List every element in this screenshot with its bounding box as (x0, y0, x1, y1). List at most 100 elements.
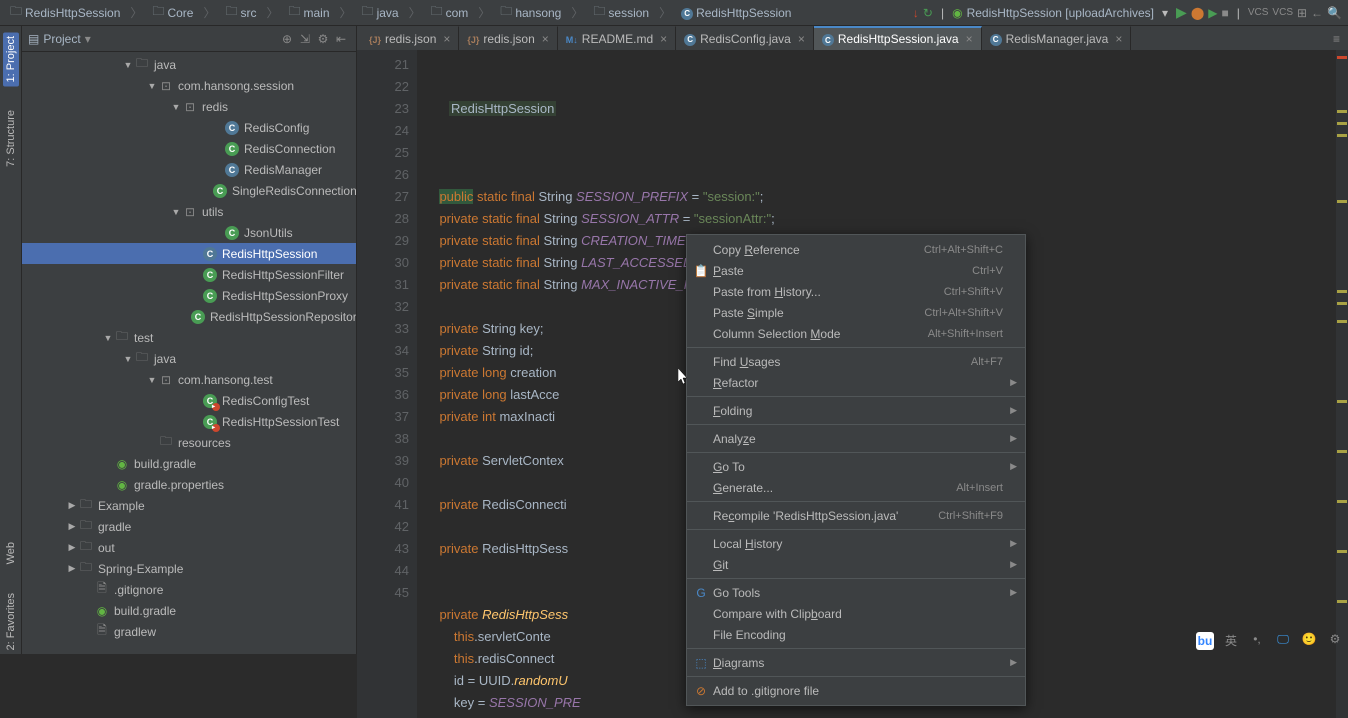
tree-node[interactable]: ◉gradle.properties (22, 474, 356, 495)
tree-node[interactable]: ▼⊡redis (22, 96, 356, 117)
editor-tab[interactable]: M↓README.md× (558, 26, 676, 50)
breadcrumb-item[interactable]: 🗀hansong (496, 0, 565, 25)
editor-tab[interactable]: CRedisConfig.java× (676, 26, 814, 50)
tree-node[interactable]: CRedisConnection (22, 138, 356, 159)
baidu-icon[interactable]: bu (1196, 632, 1214, 650)
editor-tab[interactable]: {J}redis.json× (361, 26, 459, 50)
tree-node[interactable]: ◉build.gradle (22, 453, 356, 474)
tree-node[interactable]: ▼🗀test (22, 327, 356, 348)
line-number[interactable]: 37 (357, 406, 409, 428)
settings-gear-icon[interactable]: ⚙ (314, 30, 332, 48)
context-menu-item[interactable]: Column Selection ModeAlt+Shift+Insert (687, 323, 1025, 344)
line-number[interactable]: 26 (357, 164, 409, 186)
project-panel-title[interactable]: Project (43, 32, 80, 46)
expand-arrow-icon[interactable]: ▶ (66, 542, 78, 553)
context-menu-item[interactable]: 📋PasteCtrl+V (687, 260, 1025, 281)
breadcrumb-item[interactable]: 🗀java (358, 0, 403, 25)
tree-node[interactable]: CRedisHttpSessionRepository (22, 306, 356, 327)
line-number[interactable]: 32 (357, 296, 409, 318)
close-tab-icon[interactable]: × (966, 32, 973, 46)
context-menu-item[interactable]: Generate...Alt+Insert (687, 477, 1025, 498)
context-menu-item[interactable]: File Encoding (687, 624, 1025, 645)
run-config-selector[interactable]: RedisHttpSession [uploadArchives] (967, 6, 1154, 20)
tree-node[interactable]: ◉build.gradle (22, 600, 356, 621)
expand-arrow-icon[interactable]: ▶ (66, 521, 78, 532)
breadcrumb-item[interactable]: 🗀com (427, 0, 473, 25)
tree-node[interactable]: 🗎gradlew (22, 621, 356, 642)
gutter-tab-structure[interactable]: 7: Structure (3, 106, 19, 171)
editor-context-menu[interactable]: Copy ReferenceCtrl+Alt+Shift+C📋PasteCtrl… (686, 234, 1026, 706)
context-menu-item[interactable]: GGo Tools▶ (687, 582, 1025, 603)
line-number[interactable]: 38 (357, 428, 409, 450)
editor-tab[interactable]: CRedisManager.java× (982, 26, 1132, 50)
tree-node[interactable]: ▼⊡com.hansong.test (22, 369, 356, 390)
close-tab-icon[interactable]: × (660, 32, 667, 46)
line-number[interactable]: 31 (357, 274, 409, 296)
class-breadcrumb-badge[interactable]: RedisHttpSession (449, 101, 556, 116)
editor-tab[interactable]: {J}redis.json× (459, 26, 557, 50)
search-icon[interactable]: 🔍 (1327, 6, 1342, 20)
expand-arrow-icon[interactable]: ▼ (102, 333, 114, 343)
project-tree[interactable]: ▼🗀java▼⊡com.hansong.session▼⊡redisCRedis… (22, 52, 356, 654)
expand-arrow-icon[interactable]: ▼ (122, 354, 134, 364)
tree-node[interactable]: CRedisHttpSession (22, 243, 356, 264)
expand-arrow-icon[interactable]: ▶ (66, 563, 78, 574)
line-number[interactable]: 22 (357, 76, 409, 98)
tree-node[interactable]: CRedisHttpSessionProxy (22, 285, 356, 306)
breadcrumb-item[interactable]: 🗀Core (148, 0, 197, 25)
tree-node[interactable]: CSingleRedisConnection (22, 180, 356, 201)
context-menu-item[interactable]: Find UsagesAlt+F7 (687, 351, 1025, 372)
tree-node[interactable]: ▶🗀Example (22, 495, 356, 516)
code-line[interactable]: private static final String SESSION_ATTR… (425, 208, 1348, 230)
line-number[interactable]: 43 (357, 538, 409, 560)
line-number[interactable]: 41 (357, 494, 409, 516)
stop-button[interactable]: ■ (1221, 6, 1228, 20)
line-number[interactable]: 45 (357, 582, 409, 604)
code-line[interactable] (425, 164, 1348, 186)
close-tab-icon[interactable]: × (1115, 32, 1122, 46)
editor-tab[interactable]: CRedisHttpSession.java× (814, 26, 982, 50)
coverage-button[interactable]: ▶ (1208, 6, 1217, 20)
gutter-tab-project[interactable]: 1: Project (3, 32, 19, 86)
line-number[interactable]: 42 (357, 516, 409, 538)
line-number[interactable]: 23 (357, 98, 409, 120)
line-number[interactable]: 39 (357, 450, 409, 472)
tree-node[interactable]: ▶🗀out (22, 537, 356, 558)
line-number[interactable]: 35 (357, 362, 409, 384)
context-menu-item[interactable]: ⬚Diagrams▶ (687, 652, 1025, 673)
line-number[interactable]: 27 (357, 186, 409, 208)
back-icon[interactable]: ← (1311, 6, 1323, 20)
breadcrumb-item[interactable]: 🗀src (221, 0, 260, 25)
expand-arrow-icon[interactable]: ▼ (146, 375, 158, 385)
line-number[interactable]: 40 (357, 472, 409, 494)
context-menu-item[interactable]: Refactor▶ (687, 372, 1025, 393)
tree-node[interactable]: 🗀resources (22, 432, 356, 453)
line-number[interactable]: 36 (357, 384, 409, 406)
context-menu-item[interactable]: Compare with Clipboard (687, 603, 1025, 624)
tree-node[interactable]: ▼🗀java (22, 348, 356, 369)
tree-node[interactable]: ▶🗀Spring-Example (22, 558, 356, 579)
line-number[interactable]: 30 (357, 252, 409, 274)
punct-icon[interactable]: •, (1248, 632, 1266, 650)
close-tab-icon[interactable]: × (798, 32, 805, 46)
breadcrumb-item[interactable]: 🗀RedisHttpSession (6, 0, 124, 25)
run-button[interactable]: ▶ (1176, 4, 1187, 21)
line-number[interactable]: 33 (357, 318, 409, 340)
tree-node[interactable]: CRedisManager (22, 159, 356, 180)
tree-node[interactable]: C▸RedisConfigTest (22, 390, 356, 411)
context-menu-item[interactable]: Git▶ (687, 554, 1025, 575)
context-menu-item[interactable]: Go To▶ (687, 456, 1025, 477)
tree-node[interactable]: 🗎.gitignore (22, 579, 356, 600)
vcs-icon[interactable]: VCS (1272, 7, 1293, 18)
breadcrumb-item[interactable]: CRedisHttpSession (677, 3, 795, 22)
settings-icon[interactable]: ⚙ (1326, 632, 1344, 650)
dropdown-icon[interactable]: ▾ (85, 32, 91, 46)
expand-arrow-icon[interactable]: ▼ (122, 60, 134, 70)
expand-arrow-icon[interactable]: ▼ (146, 81, 158, 91)
ime-icon[interactable]: 英 (1222, 632, 1240, 650)
context-menu-item[interactable]: ⊘Add to .gitignore file (687, 680, 1025, 701)
gutter-tab-web[interactable]: Web (3, 538, 19, 568)
context-menu-item[interactable]: Local History▶ (687, 533, 1025, 554)
context-menu-item[interactable]: Paste from History...Ctrl+Shift+V (687, 281, 1025, 302)
expand-arrow-icon[interactable]: ▼ (170, 102, 182, 112)
